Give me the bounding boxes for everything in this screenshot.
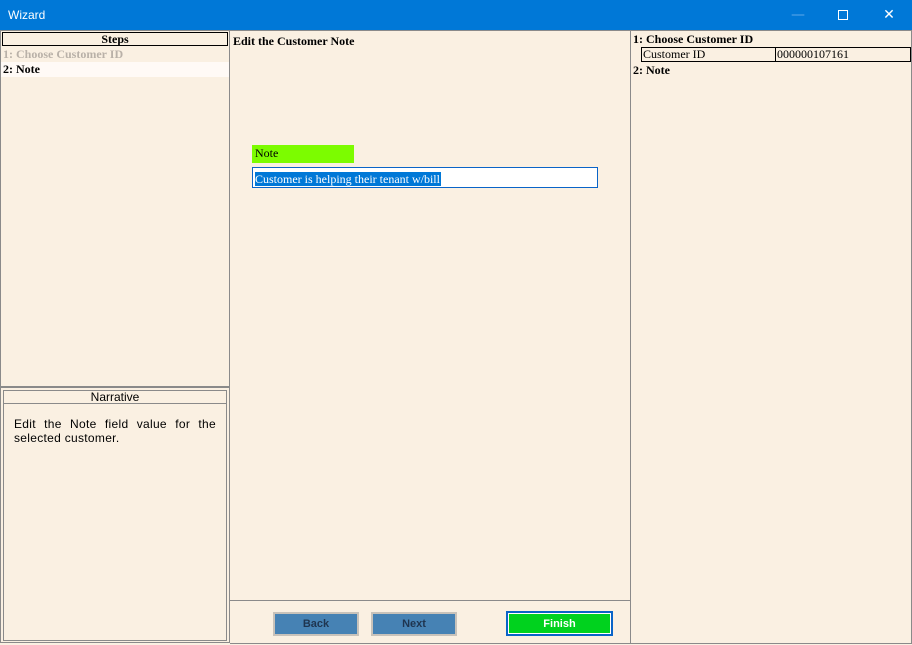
summary-customer-id-value: 000000107161 — [776, 47, 911, 62]
step-item-note[interactable]: 2: Note — [1, 62, 229, 77]
summary-customer-id-label: Customer ID — [641, 47, 776, 62]
close-icon: ✕ — [883, 7, 895, 23]
maximize-icon — [838, 10, 848, 20]
summary-step1-title: 1: Choose Customer ID — [633, 32, 754, 46]
summary-step2-title: 2: Note — [633, 63, 670, 77]
steps-header: Steps — [2, 32, 228, 46]
narrative-text: Edit the Note field value for the select… — [3, 404, 227, 641]
window-title: Wizard — [8, 8, 46, 22]
title-bar: Wizard — ✕ — [0, 0, 912, 30]
minimize-button[interactable]: — — [775, 0, 821, 30]
steps-panel: Steps 1: Choose Customer ID 2: Note — [0, 30, 230, 387]
close-button[interactable]: ✕ — [866, 0, 912, 30]
summary-panel: 1: Choose Customer ID Customer ID 000000… — [630, 30, 912, 644]
note-input-value[interactable]: Customer is helping their tenant w/bill — [255, 172, 441, 186]
button-bar: Back Next Finish — [230, 600, 631, 644]
step-item-choose-customer-id[interactable]: 1: Choose Customer ID — [1, 47, 229, 62]
narrative-panel: Narrative Edit the Note field value for … — [0, 387, 230, 643]
narrative-header: Narrative — [3, 390, 227, 404]
note-label: Note — [252, 145, 354, 163]
minimize-icon: — — [791, 7, 805, 23]
page-title: Edit the Customer Note — [233, 34, 355, 48]
edit-panel: Edit the Customer Note Note Customer is … — [230, 30, 631, 601]
summary-customer-id-row: Customer ID 000000107161 — [641, 47, 911, 62]
note-input[interactable]: Customer is helping their tenant w/bill — [252, 167, 598, 188]
maximize-button[interactable] — [820, 0, 866, 30]
next-button[interactable]: Next — [371, 612, 457, 636]
finish-button[interactable]: Finish — [506, 611, 613, 636]
back-button[interactable]: Back — [273, 612, 359, 636]
